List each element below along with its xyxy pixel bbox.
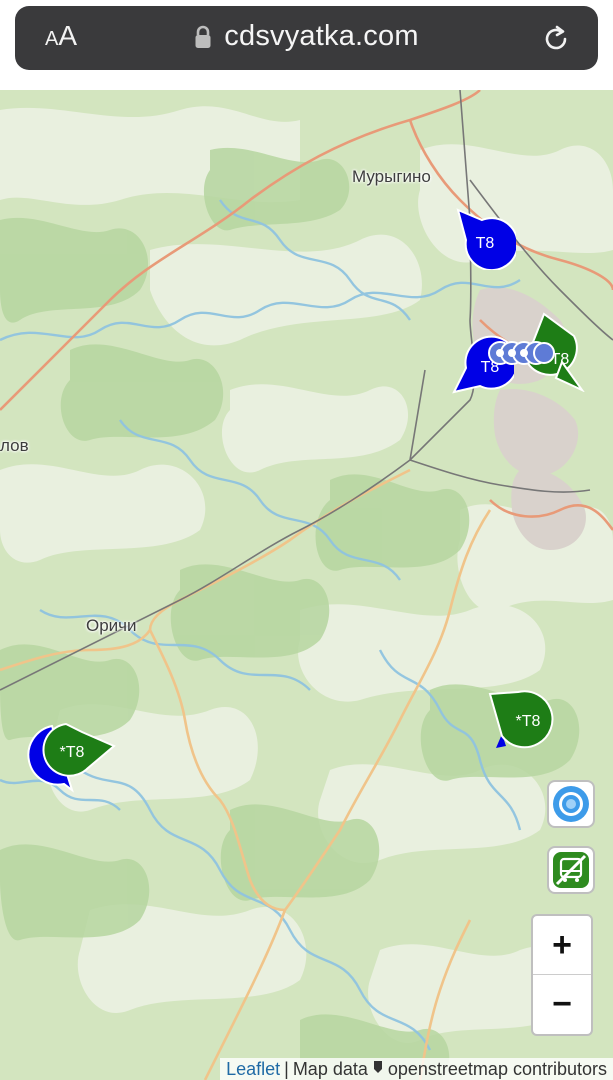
attribution-separator: | xyxy=(284,1058,289,1079)
leaflet-link[interactable]: Leaflet xyxy=(226,1059,280,1080)
reload-icon[interactable] xyxy=(540,23,572,60)
bus-marker-label: *T8 xyxy=(516,713,541,730)
map-view[interactable]: Мурыгино Оричи лов T8 T8 T8 *T8 *T8 + − … xyxy=(0,90,613,1080)
place-label-murygino: Мурыгино xyxy=(352,167,431,186)
toggle-transport-button[interactable] xyxy=(547,846,595,894)
browser-toolbar: A A cdsvyatka.com xyxy=(0,0,613,90)
cluster-icon[interactable] xyxy=(486,338,556,368)
map-tiles xyxy=(0,90,613,1080)
zoom-in-button[interactable]: + xyxy=(533,916,591,975)
zoom-control: + − xyxy=(531,914,593,1036)
url-text: cdsvyatka.com xyxy=(224,20,419,52)
place-label-lov: лов xyxy=(0,436,29,455)
osm-icon xyxy=(372,1059,384,1080)
place-label-orichi: Оричи xyxy=(86,616,137,635)
map-attribution: Leaflet | Map data openstreetmap contrib… xyxy=(220,1058,613,1080)
bus-off-icon xyxy=(553,852,589,888)
osm-link[interactable]: openstreetmap contributors xyxy=(388,1059,607,1080)
address-bar[interactable]: A A cdsvyatka.com xyxy=(15,6,598,70)
bus-marker-label: *T8 xyxy=(60,744,85,761)
attribution-map-data: Map data xyxy=(292,1058,368,1079)
locate-icon xyxy=(553,786,589,822)
bus-marker[interactable]: *T8 xyxy=(22,720,122,800)
url-display[interactable]: cdsvyatka.com xyxy=(15,20,598,53)
bus-marker-label: T8 xyxy=(476,235,495,252)
bus-marker[interactable]: T8 xyxy=(452,206,516,270)
lock-icon xyxy=(194,25,212,49)
bus-marker[interactable]: *T8 xyxy=(488,690,568,754)
locate-button[interactable] xyxy=(547,780,595,828)
zoom-out-button[interactable]: − xyxy=(533,975,591,1033)
